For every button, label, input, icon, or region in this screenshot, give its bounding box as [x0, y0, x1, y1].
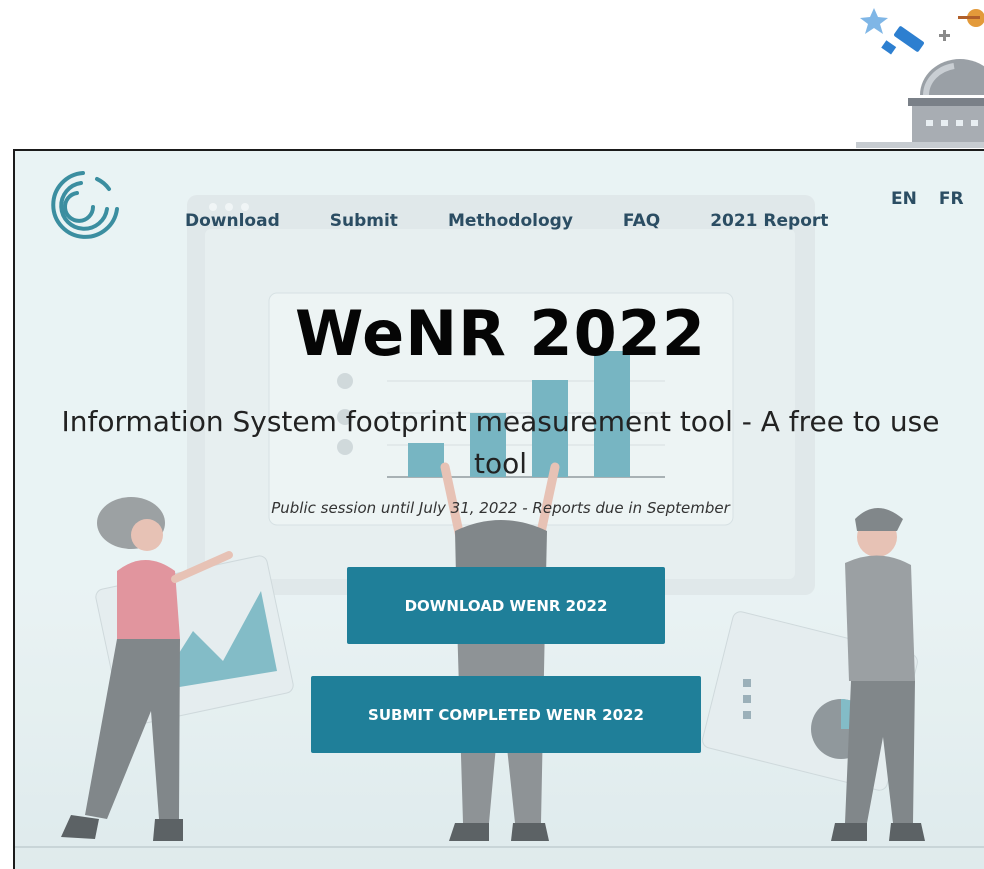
observatory-telescope-icon: [850, 0, 984, 150]
nav-methodology[interactable]: Methodology: [448, 211, 573, 231]
language-fr[interactable]: FR: [939, 189, 964, 209]
language-en[interactable]: EN: [891, 189, 917, 209]
site-logo-icon[interactable]: [37, 165, 123, 243]
language-switcher: EN FR: [891, 189, 964, 209]
main-navigation: Download Submit Methodology FAQ 2021 Rep…: [185, 211, 828, 231]
session-note: Public session until July 31, 2022 - Rep…: [271, 499, 730, 517]
hero-subtitle: Information System footprint measurement…: [61, 405, 940, 480]
nav-download[interactable]: Download: [185, 211, 280, 231]
submit-wenr-button[interactable]: SUBMIT COMPLETED WENR 2022: [311, 676, 701, 753]
nav-submit[interactable]: Submit: [330, 211, 398, 231]
nav-2021-report[interactable]: 2021 Report: [710, 211, 828, 231]
website-hero-section: Download Submit Methodology FAQ 2021 Rep…: [13, 149, 984, 869]
hero-title: WeNR 2022: [294, 297, 706, 370]
download-wenr-button[interactable]: DOWNLOAD WENR 2022: [347, 567, 665, 644]
nav-faq[interactable]: FAQ: [623, 211, 660, 231]
